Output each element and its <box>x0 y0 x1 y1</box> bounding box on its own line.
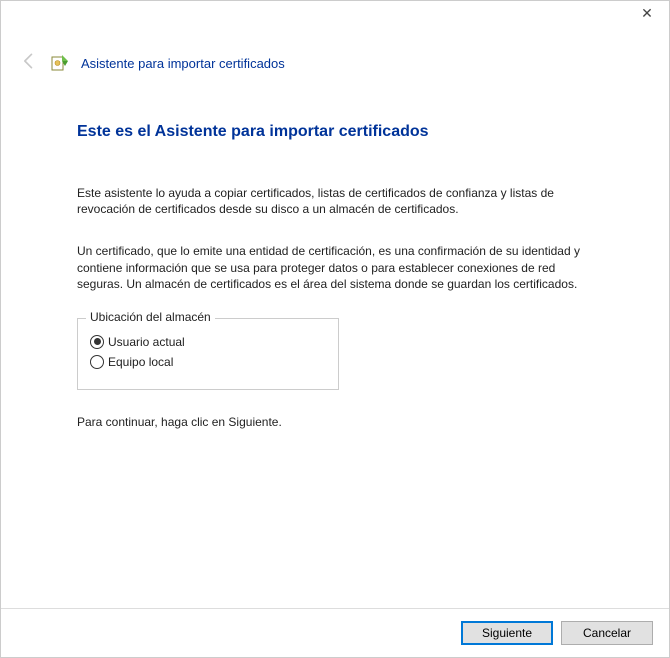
radio-current-user[interactable]: Usuario actual <box>90 335 326 349</box>
wizard-content: Este es el Asistente para importar certi… <box>1 75 669 608</box>
intro-paragraph-1: Este asistente lo ayuda a copiar certifi… <box>77 185 593 217</box>
cancel-button[interactable]: Cancelar <box>561 621 653 645</box>
page-heading: Este es el Asistente para importar certi… <box>77 123 593 141</box>
continue-hint: Para continuar, haga clic en Siguiente. <box>77 414 593 430</box>
wizard-header: Asistente para importar certificados <box>1 31 669 75</box>
radio-button-icon <box>90 335 104 349</box>
titlebar: ✕ <box>1 1 669 31</box>
certificate-wizard-icon <box>51 54 69 72</box>
radio-local-machine-label: Equipo local <box>108 355 173 369</box>
radio-local-machine[interactable]: Equipo local <box>90 355 326 369</box>
wizard-footer: Siguiente Cancelar <box>1 608 669 657</box>
wizard-window: ✕ Asistente para importar certificados E… <box>0 0 670 658</box>
store-location-legend: Ubicación del almacén <box>86 310 215 324</box>
close-icon[interactable]: ✕ <box>635 5 659 22</box>
radio-current-user-label: Usuario actual <box>108 335 185 349</box>
back-arrow-icon[interactable] <box>19 51 39 75</box>
next-button[interactable]: Siguiente <box>461 621 553 645</box>
store-location-group: Ubicación del almacén Usuario actual Equ… <box>77 318 339 390</box>
wizard-title: Asistente para importar certificados <box>81 56 285 71</box>
radio-button-icon <box>90 355 104 369</box>
intro-paragraph-2: Un certificado, que lo emite una entidad… <box>77 243 593 292</box>
